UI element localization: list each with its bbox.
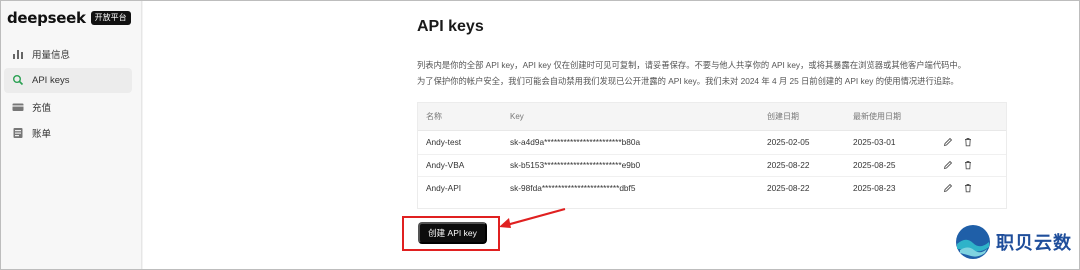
watermark-text: 职贝云数 (996, 233, 1072, 254)
bill-icon (12, 127, 24, 139)
created-date: 2025-08-22 (767, 160, 810, 171)
delete-icon[interactable] (963, 183, 973, 193)
watermark-logo-icon (956, 225, 990, 259)
brand-logo-text: deepseek (7, 9, 86, 27)
description-line: 为了保护你的帐户安全，我们可能会自动禁用我们发现已公开泄露的 API key。我… (417, 76, 959, 86)
watermark: 职贝云数 (954, 223, 1072, 261)
sidebar-item-billing[interactable]: 账单 (4, 121, 132, 146)
last-used-date: 2025-08-25 (853, 160, 896, 171)
search-icon (12, 74, 24, 86)
sidebar-item-label: 充值 (32, 102, 52, 114)
sidebar-item-label: 用量信息 (32, 49, 71, 61)
key-name: Andy-VBA (426, 160, 465, 171)
header-key: Key (510, 112, 524, 121)
brand[interactable]: deepseek 开放平台 (7, 9, 131, 27)
create-api-key-button[interactable]: 创建 API key (418, 222, 487, 244)
sidebar-nav: 用量信息 API keys 充值 账单 (4, 41, 132, 147)
table-row: Andy-API sk-98fda***********************… (418, 176, 1006, 199)
page-title: API keys (417, 18, 484, 35)
red-arrow-icon (499, 207, 566, 228)
last-used-date: 2025-08-23 (853, 182, 896, 193)
header-name: 名称 (426, 112, 442, 121)
sidebar: deepseek 开放平台 用量信息 API keys 充值 账单 (1, 1, 142, 269)
table-row: Andy-VBA sk-b5153***********************… (418, 153, 1006, 177)
delete-icon[interactable] (963, 137, 973, 147)
key-name: Andy-test (426, 137, 462, 148)
sidebar-item-label: API keys (32, 74, 70, 86)
sidebar-item-topup[interactable]: 充值 (4, 94, 132, 119)
header-last-used: 最新使用日期 (853, 112, 901, 121)
description-line: 列表内是你的全部 API key，API key 仅在创建时可见可复制，请妥善保… (417, 60, 967, 70)
key-name: Andy-API (426, 182, 462, 193)
edit-icon[interactable] (943, 183, 953, 193)
edit-icon[interactable] (943, 137, 953, 147)
table-header: 名称 Key 创建日期 最新使用日期 (418, 103, 1006, 131)
sidebar-item-label: 账单 (32, 129, 52, 140)
main-content: API keys 列表内是你的全部 API key，API key 仅在创建时可… (143, 1, 1079, 269)
page-description: 列表内是你的全部 API key，API key 仅在创建时可见可复制，请妥善保… (417, 57, 1057, 89)
delete-icon[interactable] (963, 160, 973, 170)
sidebar-item-usage[interactable]: 用量信息 (4, 41, 132, 66)
api-keys-table: 名称 Key 创建日期 最新使用日期 Andy-test sk-a4d9a***… (417, 102, 1007, 209)
sidebar-item-api-keys[interactable]: API keys (4, 67, 132, 93)
table-row: Andy-test sk-a4d9a**********************… (418, 131, 1006, 154)
card-icon (12, 101, 24, 113)
created-date: 2025-02-05 (767, 137, 810, 148)
bar-chart-icon (12, 48, 24, 60)
created-date: 2025-08-22 (767, 182, 810, 193)
key-value: sk-98fda************************dbf5 (510, 182, 636, 193)
key-value: sk-a4d9a************************b80a (510, 137, 641, 148)
edit-icon[interactable] (943, 160, 953, 170)
last-used-date: 2025-03-01 (853, 137, 896, 148)
brand-badge: 开放平台 (90, 11, 131, 25)
header-created: 创建日期 (767, 112, 799, 121)
key-value: sk-b5153************************e9b0 (510, 160, 641, 171)
